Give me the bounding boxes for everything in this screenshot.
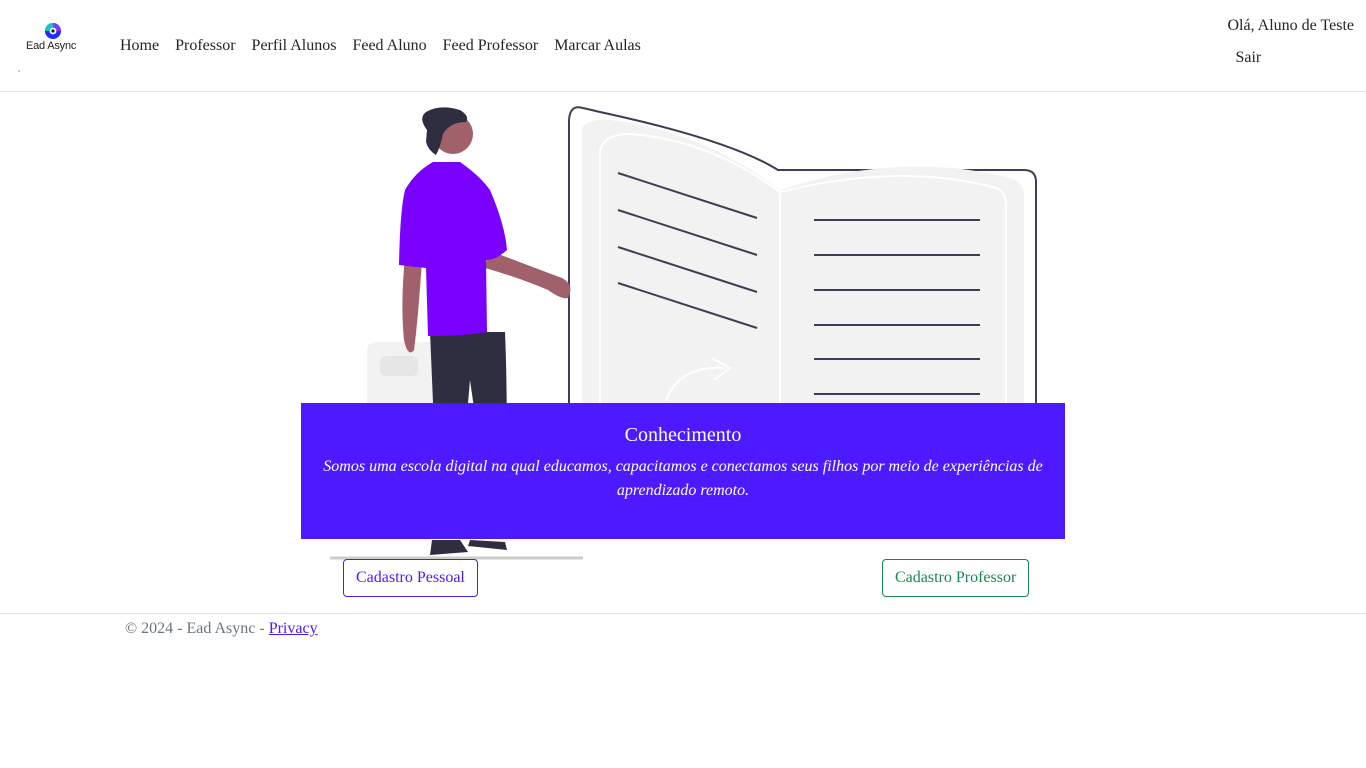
nav-feed-professor[interactable]: Feed Professor bbox=[435, 35, 547, 57]
carousel-caption: Conhecimento Somos uma escola digital na… bbox=[301, 403, 1065, 539]
footer-copyright: © 2024 - Ead Async - bbox=[125, 620, 269, 637]
top-navbar: Ead Async Home Professor Perfil Alunos F… bbox=[0, 0, 1366, 92]
caption-title: Conhecimento bbox=[624, 424, 742, 446]
nav-feed-aluno[interactable]: Feed Aluno bbox=[344, 35, 434, 57]
user-area: Olá, Aluno de Teste Sair bbox=[1227, 15, 1354, 69]
logout-link[interactable]: Sair bbox=[1235, 47, 1354, 69]
user-greeting: Olá, Aluno de Teste bbox=[1227, 17, 1354, 34]
nav-home[interactable]: Home bbox=[112, 35, 167, 57]
privacy-link[interactable]: Privacy bbox=[269, 620, 318, 637]
brand-logo[interactable]: Ead Async bbox=[22, 20, 84, 60]
nav-marcar-aulas[interactable]: Marcar Aulas bbox=[546, 35, 649, 57]
logo-dot bbox=[18, 70, 20, 72]
logo-icon bbox=[45, 23, 61, 39]
main-nav: Home Professor Perfil Alunos Feed Aluno … bbox=[112, 35, 649, 57]
logo-text: Ead Async bbox=[26, 40, 77, 52]
cadastro-professor-button[interactable]: Cadastro Professor bbox=[882, 559, 1030, 597]
cadastro-pessoal-button[interactable]: Cadastro Pessoal bbox=[343, 559, 478, 597]
page-footer: © 2024 - Ead Async - Privacy bbox=[0, 613, 1366, 641]
caption-text: Somos uma escola digital na qual educamo… bbox=[323, 458, 1043, 499]
nav-professor[interactable]: Professor bbox=[167, 35, 243, 57]
nav-perfil-alunos[interactable]: Perfil Alunos bbox=[244, 35, 345, 57]
